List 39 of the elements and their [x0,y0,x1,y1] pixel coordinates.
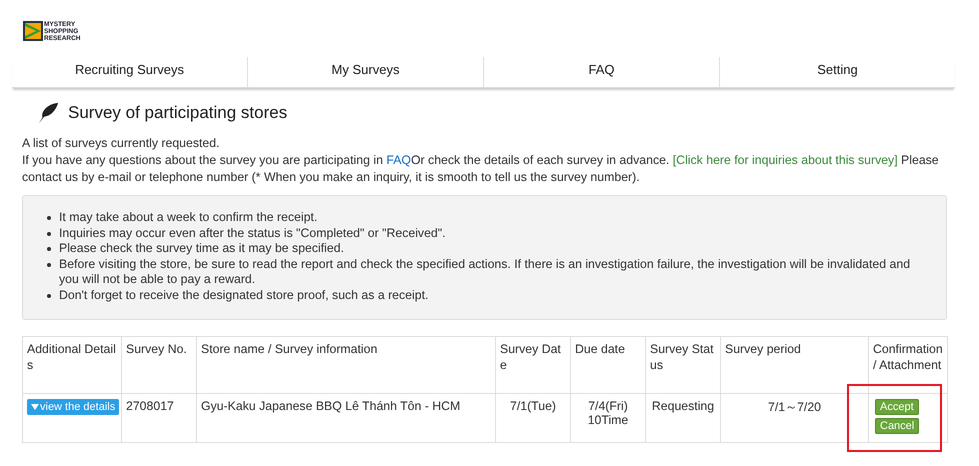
intro-paragraph: If you have any questions about the survey you are participating in FAQOr check the details of each survey in advance. [Click here for inquiries about this survey] Please contact us by e-mail or telephone number (* When you make an inquiry, it is smooth to tell us the survey number). [22,152,940,186]
table-cell: 7/1(Tue) [510,399,556,413]
table-cell: Gyu-Kaku Japanese BBQ Lê Thánh Tôn - HCM [201,399,460,413]
column-header: Store name / Survey information [201,342,378,356]
column-header: Survey Date [500,342,561,372]
column-header: Survey No. [126,342,187,356]
table-cell-text: 10Time [586,413,630,427]
intro-text: A list of surveys currently requested. [22,135,221,152]
view-details-button[interactable]: view the details [27,399,120,415]
note-text: Please check the survey time as it may be specified. [59,241,344,256]
note-text: It may take about a week to confirm the receipt. [59,210,318,226]
column-header: Survey Status [650,342,714,372]
note-text: Before visiting the store, be sure to read the report and check the specified actions. If there is an investigation failure, the investigation will be invalidated and you will not be able to pay a reward. [59,256,912,288]
bullet-icon [47,294,51,298]
logo-icon [23,21,43,41]
table-cell: 7/1～7/20 [768,400,822,414]
table-cell-text: 7/4(Fri) [587,399,629,413]
nav-tab[interactable]: Setting [719,57,955,87]
note-text: Inquiries may occur even after the status is "Completed" or "Received". [59,226,446,241]
column-header: Additional Details [27,342,116,372]
column-header: Confirmation / Attachment [873,342,943,372]
table-cell: 2708017 [126,399,174,413]
bullet-icon [47,247,51,251]
bullet-icon [47,232,51,236]
inquiry-link[interactable]: [Click here for inquiries about this survey] [672,153,898,167]
table-cell: Requesting [652,399,714,413]
accept-button[interactable]: Accept [875,399,919,415]
note-text: Don't forget to receive the designated store proof, such as a receipt. [59,288,428,303]
bullet-icon [47,216,51,220]
nav-tab[interactable]: Recruiting Surveys [12,57,247,87]
bullet-icon [47,262,51,266]
caret-icon [31,404,39,410]
nav-tab[interactable]: My Surveys [247,57,483,87]
column-header: Due date [575,342,625,356]
column-header: Survey period [725,342,801,356]
page-title: Survey of participating stores [68,103,288,123]
cancel-button[interactable]: Cancel [875,418,920,434]
faq-link[interactable]: FAQ [386,153,411,167]
nav-tab[interactable]: FAQ [483,57,719,87]
